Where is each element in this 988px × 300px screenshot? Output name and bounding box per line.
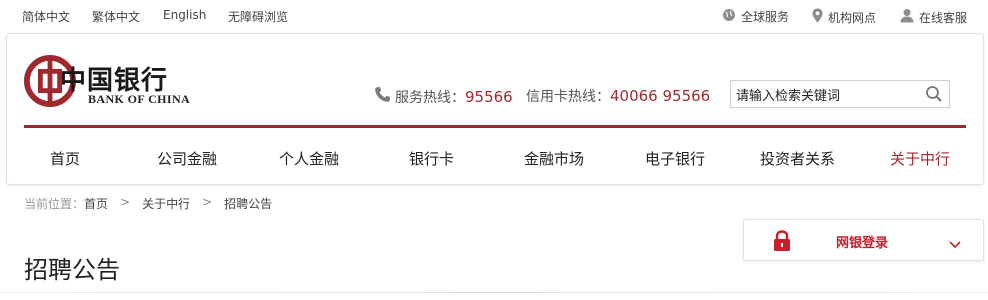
ebank-login-button[interactable]: 网银登录: [743, 219, 984, 261]
credit-card-hotline-label: 信用卡热线：: [526, 89, 610, 105]
search-input[interactable]: [731, 81, 911, 107]
breadcrumb-home[interactable]: 首页: [84, 195, 108, 212]
nav-e-banking[interactable]: 电子银行: [645, 148, 705, 169]
ebank-login-label: 网银登录: [836, 236, 889, 251]
nav-investor-relations[interactable]: 投资者关系: [760, 148, 835, 169]
nav-personal-banking[interactable]: 个人金融: [279, 148, 339, 169]
service-hotline: 服务热线： 95566: [374, 86, 513, 107]
breadcrumb: 当前位置： 首页 > 关于中行 > 招聘公告: [24, 195, 272, 212]
page-title: 招聘公告: [24, 256, 120, 284]
breadcrumb-separator: >: [202, 195, 213, 209]
search-icon[interactable]: [925, 85, 943, 103]
service-hotline-number: 95566: [465, 87, 513, 106]
global-services-label: 全球服务: [741, 10, 790, 24]
global-services-link[interactable]: 全球服务: [722, 8, 789, 25]
top-utility-bar: 简体中文 繁体中文 English 无障碍浏览 全球服务 机构网点 在线客服: [0, 0, 988, 32]
phone-icon: [374, 86, 391, 107]
globe-icon: [722, 8, 736, 25]
branch-locator-label: 机构网点: [828, 10, 877, 25]
bank-name-english: BANK OF CHINA: [88, 92, 191, 106]
breadcrumb-separator: >: [120, 195, 131, 209]
credit-card-hotline-number: 40066 95566: [610, 87, 711, 105]
branch-locator-link[interactable]: 机构网点: [812, 8, 876, 26]
lang-traditional-chinese[interactable]: 繁体中文: [92, 8, 140, 25]
search-box: [730, 80, 950, 108]
header-card: [6, 33, 984, 185]
service-hotline-label: 服务热线：: [395, 89, 465, 106]
content-divider: [0, 292, 988, 293]
location-pin-icon: [812, 8, 823, 26]
user-support-icon: [900, 8, 914, 26]
online-support-label: 在线客服: [919, 10, 968, 25]
lang-simplified-chinese[interactable]: 简体中文: [22, 8, 70, 25]
online-support-link[interactable]: 在线客服: [900, 8, 967, 26]
lang-english[interactable]: English: [163, 8, 206, 22]
header-divider: [24, 125, 966, 128]
breadcrumb-prefix: 当前位置：: [24, 197, 85, 211]
breadcrumb-current: 招聘公告: [224, 197, 273, 211]
breadcrumb-about-boc[interactable]: 关于中行: [142, 195, 190, 212]
accessibility-link[interactable]: 无障碍浏览: [228, 8, 288, 25]
nav-financial-markets[interactable]: 金融市场: [524, 148, 584, 169]
lock-icon: [772, 230, 792, 256]
chevron-down-icon: [949, 234, 961, 253]
nav-home[interactable]: 首页: [50, 148, 80, 169]
credit-card-hotline: 信用卡热线： 40066 95566: [526, 86, 710, 106]
nav-about-boc[interactable]: 关于中行: [890, 148, 950, 169]
nav-corporate-banking[interactable]: 公司金融: [157, 148, 217, 169]
nav-bank-cards[interactable]: 银行卡: [409, 148, 454, 169]
